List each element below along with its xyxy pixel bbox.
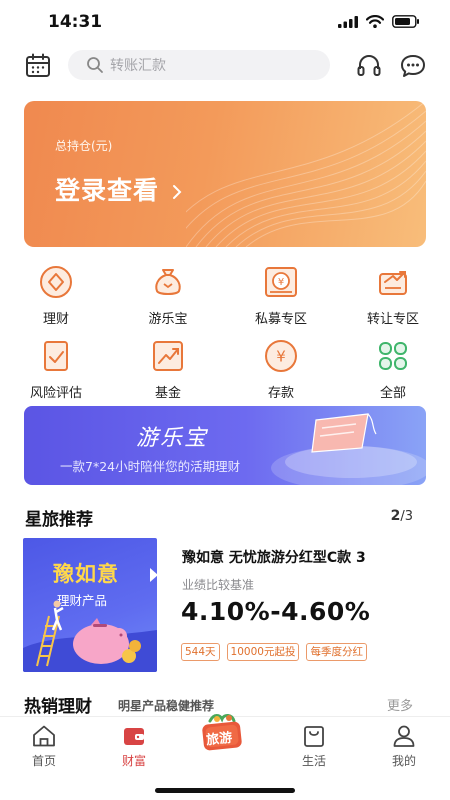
tab-mine[interactable]: 我的 xyxy=(374,723,434,769)
tab-life[interactable]: 生活 xyxy=(284,723,344,769)
promo-illustration xyxy=(271,413,426,485)
battery-icon xyxy=(392,15,419,28)
holdings-banner[interactable]: 总持仓(元) 登录查看 xyxy=(24,101,426,247)
home-icon xyxy=(33,725,55,747)
promo-slogan: 一款7*24小时陪伴您的活期理财 xyxy=(60,459,241,474)
shopping-bag-icon xyxy=(304,726,324,747)
more-link[interactable]: 更多 xyxy=(387,695,413,714)
top-header: 转账汇款 xyxy=(0,48,450,84)
product-tag: 544天 xyxy=(181,643,220,661)
svg-text:¥: ¥ xyxy=(278,277,284,288)
tab-label: 我的 xyxy=(391,754,416,768)
banner-decoration xyxy=(186,101,426,247)
holdings-label: 总持仓(元) xyxy=(55,139,113,153)
pager-total: /3 xyxy=(400,509,413,524)
svg-text:¥: ¥ xyxy=(276,348,286,366)
tab-label: 首页 xyxy=(31,754,56,768)
tab-home[interactable]: 首页 xyxy=(14,723,74,769)
money-bag-icon xyxy=(155,269,181,295)
product-image-card[interactable]: 豫如意 理财产品 xyxy=(23,538,157,672)
service-youlebao[interactable]: 游乐宝 xyxy=(123,262,213,327)
service-label: 基金 xyxy=(154,386,181,401)
service-label: 转让专区 xyxy=(366,312,419,327)
hot-title: 热销理财 xyxy=(24,697,92,717)
service-private-fund[interactable]: ¥ 私募专区 xyxy=(236,262,326,327)
service-transfer[interactable]: 转让专区 xyxy=(348,262,438,327)
wifi-icon xyxy=(366,15,384,28)
transfer-icon xyxy=(379,271,407,295)
service-label: 风险评估 xyxy=(29,386,82,401)
piggy-bank-illustration xyxy=(23,600,157,672)
service-label: 理财 xyxy=(42,312,69,327)
profile-icon xyxy=(393,725,415,747)
pager-current: 2 xyxy=(390,508,401,524)
message-icon[interactable] xyxy=(399,52,427,80)
service-label: 私募专区 xyxy=(254,312,307,327)
service-deposit[interactable]: ¥ 存款 xyxy=(236,336,326,401)
signal-icon xyxy=(338,15,358,28)
private-fund-icon: ¥ xyxy=(265,267,297,297)
risk-assessment-icon xyxy=(44,341,68,371)
tab-travel-label: 旅游 xyxy=(205,730,233,749)
service-wealth[interactable]: 理财 xyxy=(11,262,101,327)
service-label: 游乐宝 xyxy=(148,312,188,327)
product-tag: 10000元起投 xyxy=(226,643,300,661)
fund-chart-icon xyxy=(153,341,183,371)
calendar-icon[interactable] xyxy=(24,52,52,80)
card-notch xyxy=(150,568,158,582)
tab-label: 生活 xyxy=(301,754,326,768)
product-tag: 每季度分红 xyxy=(306,643,367,661)
promo-brand: 游乐宝 xyxy=(136,426,209,451)
product-name[interactable]: 豫如意 无忧旅游分红型C款 3 xyxy=(182,547,366,567)
product-tags: 544天 10000元起投 每季度分红 xyxy=(181,643,367,661)
headset-icon[interactable] xyxy=(355,52,383,80)
service-all[interactable]: 全部 xyxy=(348,336,438,401)
tab-wealth[interactable]: 财富 xyxy=(104,723,164,769)
all-grid-icon xyxy=(379,342,407,370)
tab-label: 财富 xyxy=(121,754,146,768)
wealth-icon xyxy=(40,266,72,298)
chevron-right-icon xyxy=(172,185,182,199)
home-indicator xyxy=(155,788,295,793)
search-bar[interactable]: 转账汇款 xyxy=(68,50,330,80)
search-icon xyxy=(87,57,103,73)
youlebao-promo-banner[interactable]: 游乐宝 一款7*24小时陪伴您的活期理财 xyxy=(24,406,426,485)
product-rate: 4.10%-4.60% xyxy=(181,597,371,626)
service-fund[interactable]: 基金 xyxy=(123,336,213,401)
login-view-text: 登录查看 xyxy=(55,176,160,205)
deposit-icon: ¥ xyxy=(265,340,297,372)
login-view-link[interactable]: 登录查看 xyxy=(55,171,183,207)
recommend-pager: 2/3 xyxy=(391,508,413,524)
tab-travel[interactable]: 旅游 xyxy=(196,711,248,755)
status-bar: 14:31 xyxy=(0,0,450,44)
status-time: 14:31 xyxy=(48,12,103,32)
wallet-icon xyxy=(124,728,144,745)
recommend-title: 星旅推荐 xyxy=(25,510,93,530)
service-risk[interactable]: 风险评估 xyxy=(11,336,101,401)
status-icons xyxy=(338,15,420,28)
search-placeholder: 转账汇款 xyxy=(110,58,166,74)
service-label: 存款 xyxy=(267,386,294,401)
rate-label: 业绩比较基准 xyxy=(182,578,255,592)
service-label: 全部 xyxy=(379,386,406,401)
